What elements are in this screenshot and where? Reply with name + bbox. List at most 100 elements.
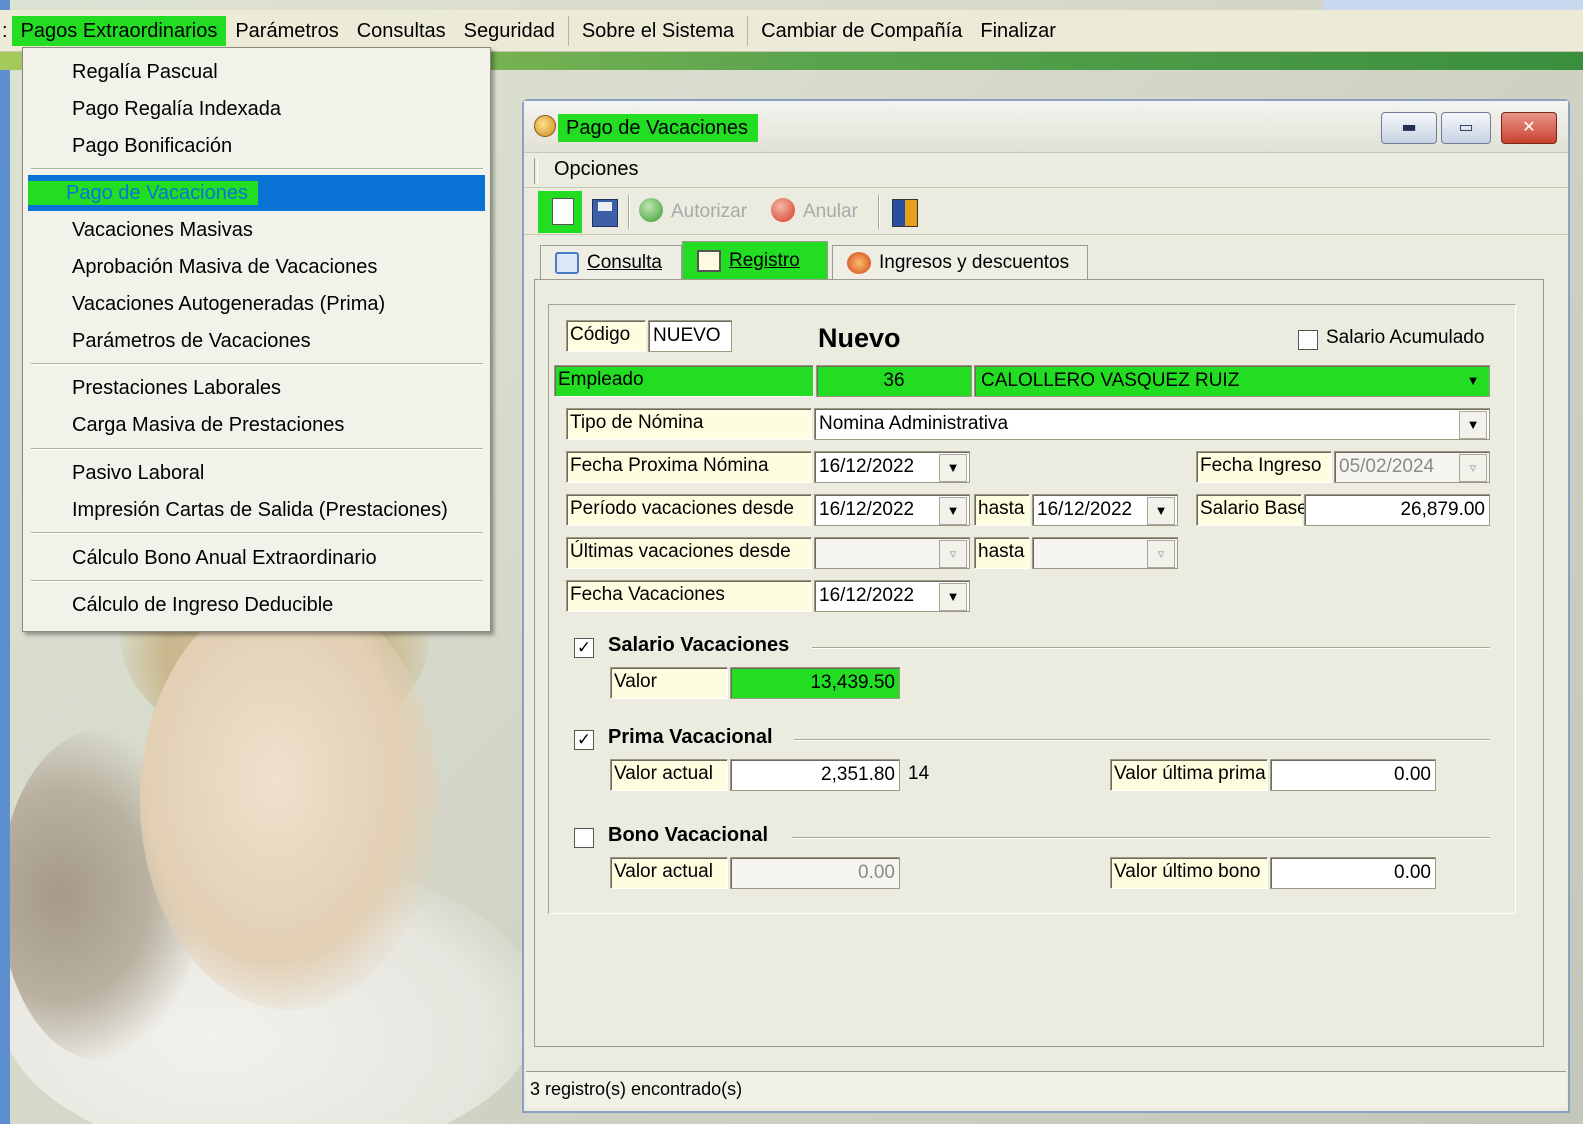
menu-parametros[interactable]: Parámetros — [226, 16, 347, 46]
menu-item-pasivo-laboral[interactable]: Pasivo Laboral — [23, 455, 490, 491]
chevron-down-icon: ▿ — [1459, 454, 1487, 482]
fecha-proxima-label: Fecha Proxima Nómina — [566, 451, 812, 483]
salario-base-field[interactable]: 26,879.00 — [1304, 494, 1490, 526]
salario-vacaciones-value[interactable]: 13,439.50 — [730, 667, 900, 699]
empleado-combo[interactable]: CALOLLERO VASQUEZ RUIZ ▼ — [974, 365, 1490, 397]
tipo-nomina-label: Tipo de Nómina — [566, 408, 812, 440]
close-button[interactable]: ✕ — [1501, 112, 1557, 144]
menu-item-impresion-cartas[interactable]: Impresión Cartas de Salida (Prestaciones… — [23, 492, 490, 528]
menu-item-prestaciones-laborales[interactable]: Prestaciones Laborales — [23, 370, 490, 406]
ultimas-vacaciones-label: Últimas vacaciones desde — [566, 537, 812, 569]
maximize-button[interactable]: ▭ — [1441, 112, 1491, 144]
toolbar-divider — [878, 195, 880, 229]
exit-door-icon[interactable] — [892, 199, 918, 227]
pagos-extraordinarios-dropdown: Regalía Pascual Pago Regalía Indexada Pa… — [22, 47, 491, 632]
save-button[interactable] — [592, 199, 618, 227]
prima-vacacional-title: Prima Vacacional — [608, 726, 773, 748]
chevron-down-icon: ▿ — [1147, 540, 1175, 568]
menu-consultas[interactable]: Consultas — [348, 16, 455, 46]
title-bar[interactable]: Pago de Vacaciones ▬ ▭ ✕ — [524, 101, 1568, 153]
tab-ingresos-label: Ingresos y descuentos — [879, 252, 1070, 273]
tipo-nomina-value: Nomina Administrativa — [819, 413, 1009, 434]
menu-item-vacaciones-autogeneradas[interactable]: Vacaciones Autogeneradas (Prima) — [23, 286, 490, 322]
prima-vacacional-checkbox[interactable]: ✓ — [574, 730, 594, 750]
options-menu[interactable]: Opciones — [554, 158, 639, 181]
fecha-vacaciones-label: Fecha Vacaciones — [566, 580, 812, 612]
menu-item-pago-bonificacion[interactable]: Pago Bonificación — [23, 128, 490, 164]
menu-item-carga-masiva-prestaciones[interactable]: Carga Masiva de Prestaciones — [23, 407, 490, 443]
tab-consulta[interactable]: Consulta — [540, 245, 682, 279]
menu-item-bono-anual[interactable]: Cálculo Bono Anual Extraordinario — [23, 540, 490, 576]
ultimas-hasta-label: hasta — [974, 537, 1030, 569]
section-divider — [792, 837, 1490, 839]
periodo-hasta-label: hasta — [974, 494, 1030, 526]
status-bar: 3 registro(s) encontrado(s) — [526, 1071, 1566, 1107]
menu-finalizar[interactable]: Finalizar — [971, 16, 1065, 46]
section-divider — [794, 739, 1490, 741]
menu-seguridad[interactable]: Seguridad — [455, 16, 564, 46]
salario-acumulado-checkbox[interactable] — [1298, 330, 1318, 350]
cancel-circle-icon — [771, 197, 795, 222]
tab-ingresos-descuentos[interactable]: Ingresos y descuentos — [832, 245, 1088, 279]
menu-pagos-extraordinarios[interactable]: Pagos Extraordinarios — [11, 15, 227, 46]
bono-valor-actual-label: Valor actual — [610, 857, 728, 889]
chevron-down-icon[interactable]: ▼ — [939, 454, 967, 482]
empleado-name: CALOLLERO VASQUEZ RUIZ — [981, 370, 1240, 391]
valor-ultima-prima-field[interactable]: 0.00 — [1270, 759, 1436, 791]
menu-item-pago-regalia-indexada[interactable]: Pago Regalía Indexada — [23, 91, 490, 127]
menu-separator — [31, 532, 483, 534]
menu-item-pago-de-vacaciones-label: Pago de Vacaciones — [28, 181, 258, 205]
fecha-ingreso-label: Fecha Ingreso — [1196, 451, 1332, 483]
window-title: Pago de Vacaciones — [558, 114, 758, 142]
chevron-down-icon[interactable]: ▼ — [1459, 411, 1487, 439]
menu-item-parametros-vacaciones[interactable]: Parámetros de Vacaciones — [23, 323, 490, 359]
empleado-id-field[interactable]: 36 — [816, 365, 972, 397]
menu-item-pago-de-vacaciones[interactable]: Pago de Vacaciones — [28, 175, 485, 211]
prima-valor-actual-field[interactable]: 2,351.80 — [730, 759, 900, 791]
new-button[interactable] — [538, 191, 582, 233]
salario-vacaciones-checkbox[interactable]: ✓ — [574, 638, 594, 658]
chevron-down-icon[interactable]: ▼ — [1147, 497, 1175, 525]
codigo-label: Código — [566, 320, 646, 352]
fecha-ingreso-value: 05/02/2024 — [1339, 456, 1435, 477]
periodo-label: Período vacaciones desde — [566, 494, 812, 526]
exchange-icon — [847, 252, 871, 274]
menu-item-aprobacion-masiva[interactable]: Aprobación Masiva de Vacaciones — [23, 249, 490, 285]
periodo-hasta-value: 16/12/2022 — [1037, 499, 1133, 520]
periodo-desde-value: 16/12/2022 — [819, 499, 915, 520]
cancel-button[interactable]: Anular — [771, 197, 858, 227]
tab-registro-label: Registro — [729, 250, 800, 271]
menu-sobre-el-sistema[interactable]: Sobre el Sistema — [573, 16, 743, 46]
menu-item-regalia-pascual[interactable]: Regalía Pascual — [23, 54, 490, 90]
fecha-ingreso-picker: 05/02/2024 ▿ — [1334, 451, 1490, 483]
chevron-down-icon[interactable]: ▼ — [939, 583, 967, 611]
section-divider — [812, 647, 1490, 649]
periodo-desde-picker[interactable]: 16/12/2022 ▼ — [814, 494, 970, 526]
menu-separator — [31, 448, 483, 450]
new-document-icon — [552, 198, 574, 225]
tipo-nomina-select[interactable]: Nomina Administrativa ▼ — [814, 408, 1490, 440]
menu-cambiar-compania[interactable]: Cambiar de Compañía — [752, 16, 971, 46]
menu-separator — [567, 15, 569, 46]
menu-item-ingreso-deducible[interactable]: Cálculo de Ingreso Deducible — [23, 587, 490, 623]
periodo-hasta-picker[interactable]: 16/12/2022 ▼ — [1032, 494, 1178, 526]
valor-ultimo-bono-field[interactable]: 0.00 — [1270, 857, 1436, 889]
menu-item-vacaciones-masivas[interactable]: Vacaciones Masivas — [23, 212, 490, 248]
tab-registro[interactable]: Registro — [682, 241, 828, 279]
authorize-button[interactable]: Autorizar — [639, 197, 747, 227]
salario-vacaciones-title: Salario Vacaciones — [608, 634, 790, 656]
prima-days: 14 — [908, 763, 930, 784]
ultimas-hasta-picker: ▿ — [1032, 537, 1178, 569]
fecha-vacaciones-picker[interactable]: 16/12/2022 ▼ — [814, 580, 970, 612]
toolbar: Autorizar Anular — [524, 189, 1568, 235]
fecha-proxima-picker[interactable]: 16/12/2022 ▼ — [814, 451, 970, 483]
chevron-down-icon[interactable]: ▼ — [939, 497, 967, 525]
bono-vacacional-checkbox[interactable] — [574, 828, 594, 848]
minimize-button[interactable]: ▬ — [1381, 112, 1437, 144]
cancel-label: Anular — [803, 201, 858, 222]
toolbar-divider — [628, 195, 630, 229]
tab-strip: Consulta Registro Ingresos y descuentos — [534, 241, 1554, 281]
background-face — [140, 590, 440, 1010]
chevron-down-icon[interactable]: ▼ — [1459, 368, 1487, 396]
codigo-field[interactable]: NUEVO — [648, 320, 732, 352]
